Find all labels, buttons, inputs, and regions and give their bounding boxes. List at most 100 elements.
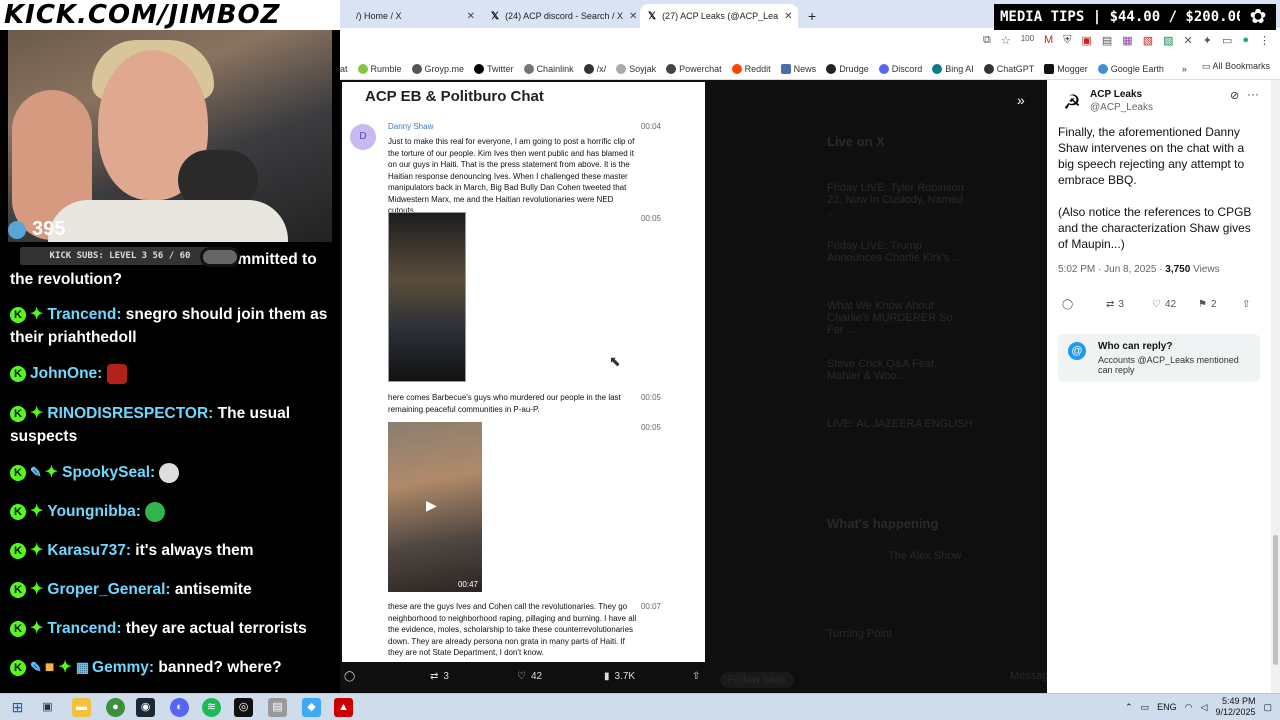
clock[interactable]: 5:49 PM 9/12/2025 [1215,696,1255,718]
shield-icon[interactable]: ⛨ [1063,34,1071,47]
windows-start-icon[interactable]: ⊞ [8,698,27,717]
bookmark-item[interactable]: Powerchat [666,64,722,74]
play-icon[interactable]: ▶ [426,497,437,514]
bookmark-item[interactable]: Drudge [826,64,869,74]
chevron-up-icon[interactable]: ⌃ [1125,702,1133,713]
extension-icon[interactable]: ▦ [1122,34,1132,47]
views-button[interactable]: ▮ 3.7K [604,671,635,682]
close-icon[interactable]: ✕ [784,11,792,22]
star-icon[interactable]: ☆ [1001,34,1011,47]
all-bookmarks-button[interactable]: ▭ All Bookmarks [1202,61,1270,72]
bookmark-item[interactable]: Google Earth [1097,64,1164,74]
wifi-icon[interactable]: ◠ [1185,702,1193,713]
follow-back-button[interactable]: Follow back [720,672,795,688]
chat-username[interactable]: Groper_General: [47,581,170,598]
bookmark-item[interactable]: Rumble [357,64,402,74]
bookmark-item[interactable]: Bing AI [932,64,974,74]
steam-icon[interactable]: ◉ [136,698,155,717]
app-icon[interactable]: ▤ [268,698,287,717]
gmail-icon[interactable]: M [1044,34,1053,47]
bookmark-item[interactable]: Twitter [474,64,514,74]
tab-acp-leaks[interactable]: 𝕏 (27) ACP Leaks (@ACP_Lea ✕ [640,4,798,28]
more-options-icon[interactable]: ··· [1247,87,1259,101]
live-item[interactable]: Friday LIVE: Trump Announces Charlie Kir… [827,240,967,264]
chat-username[interactable]: Trancend: [47,620,121,637]
app-icon[interactable]: ▲ [334,698,353,717]
bookmark-button[interactable]: ⚑ 2 [1198,299,1217,310]
chat-username[interactable]: RINODISRESPECTOR: [47,405,213,422]
grok-icon[interactable]: ⊘ [1230,89,1239,102]
live-item[interactable]: Steve Crick Q&A Feat. Mahler & Woo... [827,358,967,382]
network-icon[interactable]: ▭ [1141,702,1150,713]
menu-icon[interactable]: ⋮ [1259,34,1270,47]
bookmark-item[interactable]: Groyp.me [411,64,464,74]
chat-username[interactable]: SpookySeal: [62,464,155,481]
notification-icon[interactable]: ▢ [1263,702,1272,713]
live-item[interactable]: LIVE: AL JAZEERA ENGLISH [827,418,987,430]
tab-home[interactable]: /) Home / X ✕ [348,4,483,28]
close-icon[interactable]: ✕ [629,11,637,22]
x-logo-icon[interactable]: ✕ [1184,34,1193,47]
folder-icon: ▭ [1201,61,1213,71]
bookmarks-overflow-button[interactable]: » [1182,64,1187,74]
extension-icon[interactable]: ▨ [1163,34,1173,47]
task-view-icon[interactable]: ▣ [38,698,57,717]
scrollbar-thumb[interactable] [1273,535,1278,665]
chrome-icon[interactable]: ● [106,698,125,717]
extension-icon[interactable]: ▣ [1081,34,1091,47]
spotify-icon[interactable]: ≋ [202,698,221,717]
close-icon[interactable]: ✕ [467,11,475,22]
retweet-button[interactable]: ⇄ 3 [430,671,449,682]
discord-icon[interactable]: ◐ [170,698,189,717]
bookmark-item[interactable]: at [340,64,348,74]
retweet-button[interactable]: ⇄ 3 [1106,299,1124,310]
puzzle-icon[interactable]: ✦ [1203,34,1212,47]
new-tab-button[interactable]: + [800,4,824,28]
scrollbar[interactable] [1271,80,1280,693]
share-button[interactable]: ⇧ [692,671,700,682]
bookmark-item[interactable]: Chainlink [523,64,574,74]
chat-username[interactable]: Karasu737: [47,542,131,559]
bookmark-item[interactable]: News [780,64,816,74]
chat-username[interactable]: Gemmy: [92,659,154,676]
volume-icon[interactable]: ◁ [1201,702,1208,713]
like-button[interactable]: ♡ 42 [1152,299,1176,310]
bookmark-item[interactable]: Discord [878,64,922,74]
chat-username[interactable]: JohnOne: [30,365,102,382]
bookmark-item[interactable]: ChatGPT [983,64,1035,74]
file-explorer-icon[interactable]: ▬ [72,698,91,717]
extension-icon[interactable]: ▧ [1143,34,1153,47]
tab-acp-discord[interactable]: 𝕏 (24) ACP discord - Search / X ✕ [483,4,638,28]
bookmark-item[interactable]: /x/ [583,64,606,74]
chat-username[interactable]: Youngnibba: [47,503,141,520]
extension-badge[interactable]: 100 [1021,34,1034,47]
tweet-timestamp[interactable]: 5:02 PM · Jun 8, 2025 · [1058,264,1165,275]
app-icon[interactable]: ◆ [302,698,321,717]
video-thumbnail[interactable]: ▶ 00:47 [388,422,482,592]
tweet-author-handle[interactable]: @ACP_Leaks [1090,102,1153,113]
extension-icon[interactable]: ▤ [1102,34,1112,47]
tab-label: /) Home / X [356,11,402,21]
sidebar-icon[interactable]: ▭ [1222,34,1232,47]
live-item[interactable]: Friday LIVE: Tyler Robinson 22, Now in C… [827,182,967,218]
share-button[interactable]: ⇧ [1242,299,1250,310]
chat-username[interactable]: Trancend: [47,306,121,323]
like-button[interactable]: ♡ 42 [517,671,542,682]
bookmark-label: ChatGPT [996,64,1035,74]
expand-icon[interactable]: » [1017,92,1025,108]
obs-icon[interactable]: ◎ [234,698,253,717]
trend-item[interactable]: Turning Point [827,628,892,640]
live-item[interactable]: What We Know About Charlie's MURDERER So… [827,300,967,336]
language-indicator[interactable]: ENG [1157,702,1177,712]
trend-item[interactable]: The Alex Show [888,550,961,562]
video-thumbnail[interactable] [388,212,466,382]
bookmark-item[interactable]: Soyjak [616,64,656,74]
cast-icon[interactable]: ⧉ [983,34,991,47]
reply-button[interactable]: ◯ [344,671,355,682]
bookmark-item[interactable]: Mogger [1044,64,1088,74]
hammer-sickle-avatar-icon[interactable]: ☭ [1059,90,1085,116]
bookmark-item[interactable]: Reddit [731,64,771,74]
profile-avatar[interactable]: ● [1242,34,1249,47]
reply-button[interactable]: ◯ [1062,299,1073,310]
tweet-author-name[interactable]: ACP Leaks [1090,89,1142,100]
